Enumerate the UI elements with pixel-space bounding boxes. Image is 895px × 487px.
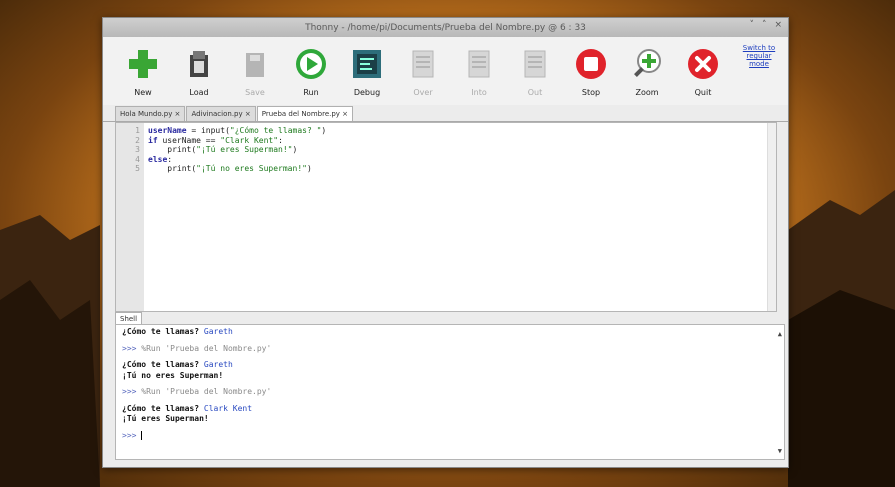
code-line: if userName == "Clark Kent": bbox=[148, 135, 283, 145]
scroll-up-icon[interactable]: ▲ bbox=[778, 329, 782, 340]
load-icon bbox=[182, 47, 216, 88]
shell-line: ¡Tú eres Superman! bbox=[122, 414, 778, 425]
shell-text: ¿Cómo te llamas? bbox=[122, 403, 204, 413]
shell-line: ¿Cómo te llamas? Clark Kent bbox=[122, 404, 778, 415]
zoom-icon bbox=[630, 47, 664, 88]
shell-line: >>> bbox=[122, 430, 778, 442]
load-button[interactable]: Load bbox=[171, 37, 227, 97]
shell-line: ¿Cómo te llamas? Gareth bbox=[122, 360, 778, 371]
shell-line: ¿Cómo te llamas? Gareth bbox=[122, 327, 778, 338]
title-bar[interactable]: Thonny - /home/pi/Documents/Prueba del N… bbox=[103, 18, 788, 37]
thonny-window: Thonny - /home/pi/Documents/Prueba del N… bbox=[102, 17, 789, 468]
editor-tabs: Hola Mundo.py × Adivinacion.py × Prueba de… bbox=[103, 105, 788, 122]
step-over-icon bbox=[406, 47, 440, 88]
code-line: userName = input("¿Cómo te llamas? ") bbox=[148, 126, 327, 135]
save-icon bbox=[238, 47, 272, 88]
toolbar-button-label: Run bbox=[303, 88, 319, 97]
line-number: 4 bbox=[135, 154, 140, 164]
step-out-icon bbox=[518, 47, 552, 88]
shell-text: Gareth bbox=[203, 360, 233, 369]
save-button[interactable]: Save bbox=[227, 37, 283, 97]
debug-icon bbox=[350, 47, 384, 88]
shell-text: >>> bbox=[122, 387, 142, 396]
over-button[interactable]: Over bbox=[395, 37, 451, 97]
line-number-gutter: 12345 bbox=[116, 123, 144, 311]
shell-text: >>> bbox=[122, 430, 142, 440]
line-number: 1 bbox=[135, 126, 140, 135]
code-editor[interactable]: 12345 userName = input("¿Cómo te llamas?… bbox=[115, 122, 777, 312]
stop-icon bbox=[574, 47, 608, 88]
run-button[interactable]: Run bbox=[283, 37, 339, 97]
line-number: 5 bbox=[135, 164, 140, 173]
run-icon bbox=[294, 47, 328, 88]
toolbar-button-label: Debug bbox=[353, 88, 381, 97]
shell-line: ¡Tú no eres Superman! bbox=[122, 371, 778, 382]
stop-button[interactable]: Stop bbox=[563, 37, 619, 97]
toolbar-button-label: Quit bbox=[694, 88, 712, 97]
line-number: 2 bbox=[135, 135, 140, 145]
shell-line: >>> %Run 'Prueba del Nombre.py' bbox=[122, 344, 778, 355]
toolbar-button-label: Save bbox=[245, 88, 265, 97]
shell-text: ¿Cómo te llamas? bbox=[122, 327, 204, 336]
out-button[interactable]: Out bbox=[507, 37, 563, 97]
toolbar-button-label: Stop bbox=[581, 88, 601, 97]
shell-text: ¡Tú eres Superman! bbox=[122, 414, 209, 423]
into-button[interactable]: Into bbox=[451, 37, 507, 97]
switch-mode-link[interactable]: Switch to regular mode bbox=[739, 44, 779, 68]
new-button[interactable]: New bbox=[115, 37, 171, 97]
toolbar-button-label: Into bbox=[471, 88, 487, 97]
maximize-icon[interactable]: ˄ bbox=[762, 20, 767, 30]
shell-console[interactable]: ▲ ▼ ¿Cómo te llamas? Gareth >>> %Run 'Pr… bbox=[115, 324, 785, 460]
code-area[interactable]: userName = input("¿Cómo te llamas? ") if … bbox=[144, 123, 767, 311]
new-icon bbox=[126, 47, 160, 88]
editor-scrollbar[interactable] bbox=[767, 123, 776, 311]
toolbar: New Load Save Run Debug Over Into Out Stop Zoom Qu… bbox=[103, 37, 788, 105]
tab-file[interactable]: Hola Mundo.py × bbox=[115, 106, 186, 121]
shell-text: ¿Cómo te llamas? bbox=[122, 360, 204, 369]
toolbar-button-label: Out bbox=[527, 88, 543, 97]
text-cursor bbox=[141, 430, 143, 440]
debug-button[interactable]: Debug bbox=[339, 37, 395, 97]
code-line: print("¡Tú eres Superman!") bbox=[148, 145, 298, 154]
code-line: print("¡Tú no eres Superman!") bbox=[148, 164, 312, 173]
toolbar-button-label: Load bbox=[189, 88, 209, 97]
scroll-down-icon[interactable]: ▼ bbox=[778, 446, 782, 457]
toolbar-button-label: Zoom bbox=[635, 88, 659, 97]
code-line: else: bbox=[148, 154, 173, 164]
zoom-button[interactable]: Zoom bbox=[619, 37, 675, 97]
step-into-icon bbox=[462, 47, 496, 88]
shell-line: >>> %Run 'Prueba del Nombre.py' bbox=[122, 387, 778, 398]
minimize-icon[interactable]: ˅ bbox=[749, 20, 754, 30]
shell-text: Gareth bbox=[203, 327, 233, 336]
tab-file[interactable]: Adivinacion.py × bbox=[186, 106, 256, 121]
window-title: Thonny - /home/pi/Documents/Prueba del N… bbox=[305, 22, 586, 33]
tab-file[interactable]: Prueba del Nombre.py × bbox=[256, 106, 354, 121]
line-number: 3 bbox=[135, 145, 140, 154]
toolbar-button-label: Over bbox=[413, 88, 433, 97]
shell-text: %Run 'Prueba del Nombre.py' bbox=[141, 343, 272, 353]
quit-button[interactable]: Quit bbox=[675, 37, 731, 97]
shell-text: Clark Kent bbox=[203, 403, 253, 413]
close-icon[interactable]: × bbox=[774, 20, 782, 30]
shell-text: ¡Tú no eres Superman! bbox=[122, 370, 224, 380]
toolbar-button-label: New bbox=[134, 88, 152, 97]
shell-text: >>> bbox=[122, 343, 142, 353]
shell-text: %Run 'Prueba del Nombre.py' bbox=[141, 387, 272, 396]
quit-icon bbox=[686, 47, 720, 88]
